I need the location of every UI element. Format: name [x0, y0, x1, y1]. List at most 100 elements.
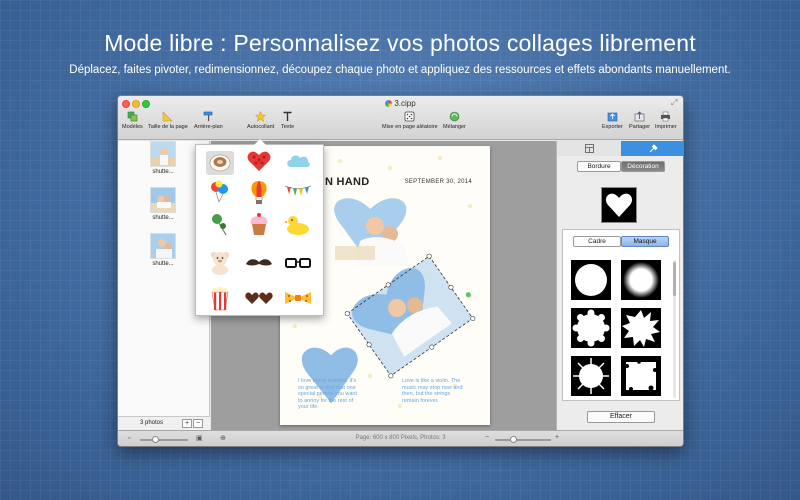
photo-label: shutte... [152, 215, 174, 221]
mask-scallop[interactable] [571, 308, 615, 350]
mask-circle-icon [571, 260, 611, 300]
tab-layout[interactable] [557, 141, 621, 156]
sticker-push-pin[interactable] [206, 211, 234, 236]
teddy-bear-icon [211, 252, 229, 275]
sticker-cloud[interactable] [284, 151, 312, 175]
page-size-icon [163, 111, 174, 122]
sticker-heart-balloon[interactable] [245, 149, 273, 173]
random-layout-button[interactable]: Mise en page aléatoire [382, 111, 438, 130]
share-icon [634, 111, 645, 122]
text-button[interactable]: Texte [281, 111, 294, 130]
tab-tools[interactable] [621, 141, 683, 156]
mask-sunburst[interactable] [571, 356, 615, 398]
sticker-coffee[interactable] [206, 151, 234, 175]
inspector-panel: Bordure Décoration Cadre Masque Effacer [556, 141, 683, 430]
page-size-button[interactable]: Taille de la page [148, 111, 188, 130]
push-pin-icon [212, 214, 227, 236]
page-size-label: Taille de la page [148, 124, 188, 130]
sticker-balloons[interactable] [206, 180, 234, 204]
sticker-glasses[interactable] [284, 253, 312, 277]
random-layout-label: Mise en page aléatoire [382, 124, 438, 130]
remove-photo-button[interactable]: − [193, 419, 203, 428]
layout-icon [584, 144, 594, 153]
sticker-cupcake[interactable] [245, 211, 273, 235]
add-photo-button[interactable]: + [182, 419, 192, 428]
share-label: Partager [629, 124, 651, 130]
sticker-button[interactable]: Autocollant [247, 111, 274, 130]
export-button[interactable]: Exporter [602, 111, 623, 130]
headline: Mode libre : Personnalisez vos photos co… [104, 30, 696, 56]
background-button[interactable]: Arrière-plan [194, 111, 223, 130]
fullscreen-icon[interactable]: ⤢ [671, 99, 679, 107]
mask-tab[interactable]: Masque [621, 236, 669, 247]
mask-blur-icon [621, 260, 661, 300]
sticker-rubber-duck[interactable] [284, 213, 312, 237]
page-text-right[interactable]: Love is like a violin. The music may sto… [402, 378, 467, 404]
print-button[interactable]: Imprimer [655, 111, 677, 130]
print-label: Imprimer [655, 124, 677, 130]
cupcake-icon [250, 213, 268, 235]
heart-sunglasses-icon [245, 292, 273, 304]
status-bar: ▫ ▣ ⊕ Page: 600 x 800 Pixels, Photos: 3 … [118, 430, 683, 446]
mask-circle-soft[interactable] [571, 260, 615, 302]
titlebar: 3.cipp ⤢ Modèles Taille de la page Arriè… [118, 96, 683, 140]
tools-icon [649, 144, 658, 153]
zoom-slider[interactable] [495, 439, 551, 441]
sticker-bow-tie[interactable] [284, 289, 312, 313]
sticker-hot-air-balloon[interactable] [245, 180, 273, 204]
inspector-tabs [557, 141, 683, 156]
mask-sunburst-icon [571, 356, 611, 396]
photo-thumbnail[interactable] [150, 187, 176, 213]
share-button[interactable]: Partager [629, 111, 650, 130]
frame-tab[interactable]: Cadre [573, 236, 621, 247]
photo-thumbnail[interactable] [150, 233, 176, 259]
bow-tie-icon [285, 292, 311, 304]
export-label: Exporter [602, 124, 623, 130]
balloons-icon [211, 180, 228, 203]
sticker-label: Autocollant [247, 124, 275, 130]
heart-balloon-icon [247, 151, 271, 171]
sticker-popcorn[interactable] [206, 285, 234, 311]
photo-thumbnail[interactable] [150, 141, 176, 167]
paint-roller-icon [203, 111, 213, 121]
photo-label: shutte... [152, 169, 174, 175]
mask-grunge[interactable] [621, 356, 665, 398]
models-label: Modèles [122, 124, 143, 130]
mask-starburst-icon [621, 308, 661, 348]
models-button[interactable]: Modèles [122, 111, 143, 130]
page-date[interactable]: SEPTEMBER 30, 2014 [405, 179, 472, 185]
shuffle-label: Mélanger [443, 124, 466, 130]
text-label: Texte [281, 124, 295, 130]
sticker-heart-sunglasses[interactable] [245, 289, 273, 313]
popcorn-icon [211, 286, 229, 311]
document-icon [385, 100, 393, 107]
sticker-bunting[interactable] [284, 183, 312, 207]
photo-count: 3 photos [140, 420, 164, 426]
clear-button[interactable]: Effacer [587, 411, 655, 423]
shuffle-button[interactable]: Mélanger [443, 111, 466, 130]
mustache-icon [246, 259, 272, 266]
mask-panel: Cadre Masque [562, 229, 680, 401]
export-icon [607, 112, 618, 122]
sticker-popover [195, 139, 324, 316]
cloud-icon [287, 155, 310, 167]
heart-icon [605, 193, 633, 217]
text-icon [283, 111, 292, 121]
shuffle-icon [449, 111, 460, 122]
page-info: Page: 600 x 800 Pixels, Photos: 3 [355, 435, 446, 441]
bunting-icon [284, 185, 312, 196]
page-text-left[interactable]: I love being married. It's so great to f… [298, 378, 363, 411]
zoom-in-icon[interactable]: + [555, 434, 559, 441]
glasses-icon [285, 258, 311, 268]
mask-circle-blur[interactable] [621, 260, 665, 302]
background-label: Arrière-plan [194, 124, 223, 130]
sticker-mustache[interactable] [245, 253, 273, 277]
window-title: 3.cipp [118, 99, 683, 108]
sticker-teddy-bear[interactable] [206, 250, 234, 275]
zoom-knob[interactable] [510, 436, 517, 443]
decoration-tab[interactable]: Décoration [621, 161, 665, 172]
border-tab[interactable]: Bordure [577, 161, 621, 172]
zoom-out-icon[interactable]: − [485, 434, 489, 441]
mask-starburst[interactable] [621, 308, 665, 350]
mask-scrollbar-thumb[interactable] [673, 262, 676, 296]
